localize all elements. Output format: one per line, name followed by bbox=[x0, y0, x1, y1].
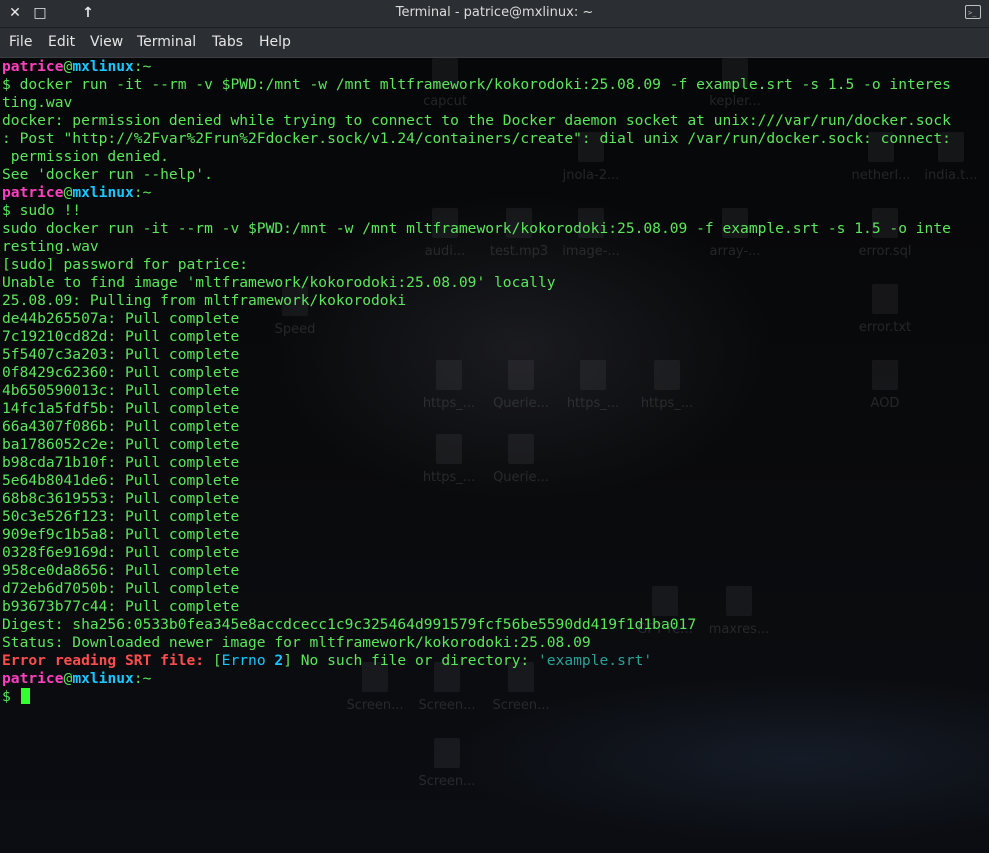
error-line: Error reading SRT file: [Errno 2] No suc… bbox=[2, 652, 653, 669]
pull-layer-line: 0f8429c62360: Pull complete bbox=[2, 364, 240, 381]
pull-layer-line: 68b8c3619553: Pull complete bbox=[2, 490, 240, 507]
pull-layer-line: 958ce0da8656: Pull complete bbox=[2, 562, 240, 579]
pull-layer-line: 909ef9c1b5a8: Pull complete bbox=[2, 526, 240, 543]
pull-layer-line: b93673b77c44: Pull complete bbox=[2, 598, 240, 615]
output-line: [sudo] password for patrice: bbox=[2, 256, 249, 273]
menu-view[interactable]: View bbox=[90, 34, 123, 50]
command-line-wrap: ting.wav bbox=[2, 94, 73, 111]
desktop-icon: Screen... bbox=[412, 738, 482, 798]
prompt-line: patrice@mxlinux:~ bbox=[2, 58, 152, 75]
prompt-line: patrice@mxlinux:~ bbox=[2, 184, 152, 201]
pull-layer-line: de44b265507a: Pull complete bbox=[2, 310, 240, 327]
output-line: Unable to find image 'mltframework/kokor… bbox=[2, 274, 556, 291]
pull-layer-line: d72eb6d7050b: Pull complete bbox=[2, 580, 240, 597]
pull-layer-line: 5e64b8041de6: Pull complete bbox=[2, 472, 240, 489]
pull-layer-line: 14fc1a5fdf5b: Pull complete bbox=[2, 400, 240, 417]
terminal-output[interactable]: audi... test.mp3 image-... array-... err… bbox=[0, 58, 989, 853]
command-line: $ docker run -it --rm -v $PWD:/mnt -w /m… bbox=[2, 76, 951, 93]
terminal-lines: patrice@mxlinux:~ $ docker run -it --rm … bbox=[2, 58, 982, 706]
pull-layer-line: 4b650590013c: Pull complete bbox=[2, 382, 240, 399]
pull-layer-line: 5f5407c3a203: Pull complete bbox=[2, 346, 240, 363]
pull-layer-line: 7c19210cd82d: Pull complete bbox=[2, 328, 240, 345]
prompt-line: patrice@mxlinux:~ bbox=[2, 670, 152, 687]
pull-layer-line: 0328f6e9169d: Pull complete bbox=[2, 544, 240, 561]
terminal-window: ✕ □ ↑ Terminal - patrice@mxlinux: ~ >_ F… bbox=[0, 0, 989, 853]
command-line: $ sudo !! bbox=[2, 202, 82, 219]
digest-line: Digest: sha256:0533b0fea345e8accdcecc1c9… bbox=[2, 616, 697, 633]
status-line: Status: Downloaded newer image for mltfr… bbox=[2, 634, 591, 651]
pull-layer-line: 50c3e526f123: Pull complete bbox=[2, 508, 240, 525]
pull-layer-line: 66a4307f086b: Pull complete bbox=[2, 418, 240, 435]
menu-edit[interactable]: Edit bbox=[48, 34, 75, 50]
output-line: resting.wav bbox=[2, 238, 99, 255]
menu-help[interactable]: Help bbox=[259, 34, 291, 50]
output-line: 25.08.09: Pulling from mltframework/koko… bbox=[2, 292, 407, 309]
output-line: sudo docker run -it --rm -v $PWD:/mnt -w… bbox=[2, 220, 951, 237]
menu-terminal[interactable]: Terminal bbox=[137, 34, 196, 50]
menu-bar: File Edit View Terminal Tabs Help bbox=[0, 28, 989, 58]
window-title: Terminal - patrice@mxlinux: ~ bbox=[395, 5, 594, 20]
title-bar[interactable]: ✕ □ ↑ Terminal - patrice@mxlinux: ~ >_ bbox=[0, 0, 989, 28]
output-line: See 'docker run --help'. bbox=[2, 166, 213, 183]
output-line: permission denied. bbox=[2, 148, 169, 165]
menu-tabs[interactable]: Tabs bbox=[212, 34, 243, 50]
output-line: : Post "http://%2Fvar%2Frun%2Fdocker.soc… bbox=[2, 130, 951, 147]
menu-file[interactable]: File bbox=[9, 34, 32, 50]
output-line: docker: permission denied while trying t… bbox=[2, 112, 951, 129]
active-command-line[interactable]: $ bbox=[2, 688, 982, 706]
pull-layer-line: b98cda71b10f: Pull complete bbox=[2, 454, 240, 471]
text-cursor bbox=[20, 688, 30, 704]
terminal-app-icon: >_ bbox=[965, 5, 981, 19]
pull-layer-line: ba1786052c2e: Pull complete bbox=[2, 436, 240, 453]
